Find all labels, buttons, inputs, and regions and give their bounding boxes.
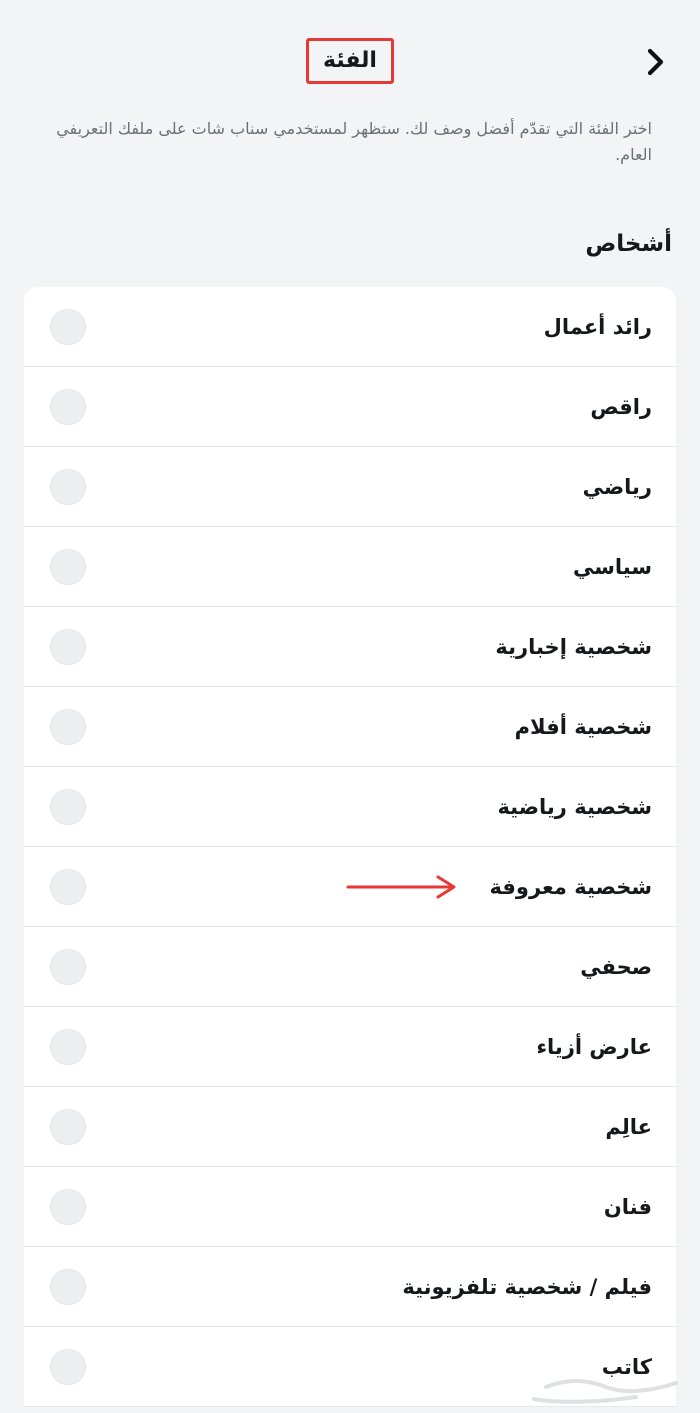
radio-button[interactable] — [50, 628, 86, 665]
category-option-label: رائد أعمال — [543, 314, 652, 339]
category-option-label: شخصية معروفة — [489, 874, 652, 899]
category-option-label: شخصية إخبارية — [495, 634, 652, 659]
category-option-label: عارض أزياء — [536, 1034, 652, 1059]
radio-button[interactable] — [50, 468, 86, 505]
radio-button[interactable] — [50, 1188, 86, 1225]
category-list: رائد أعمال راقص رياضي سياسي شخصية إخبارية شخص… — [24, 287, 676, 1407]
category-option[interactable]: فنان — [24, 1167, 676, 1247]
radio-button[interactable] — [50, 1348, 86, 1385]
header: الفئة — [0, 0, 700, 120]
category-option[interactable]: شخصية أفلام — [24, 687, 676, 767]
radio-button[interactable] — [50, 388, 86, 425]
category-option[interactable]: شخصية رياضية — [24, 767, 676, 847]
radio-button[interactable] — [50, 308, 86, 345]
radio-button[interactable] — [50, 948, 86, 985]
category-option[interactable]: رياضي — [24, 447, 676, 527]
category-option-label: سياسي — [572, 554, 652, 579]
radio-button[interactable] — [50, 1268, 86, 1305]
category-option-label: شخصية أفلام — [514, 714, 652, 739]
radio-button[interactable] — [50, 1108, 86, 1145]
page-title: الفئة — [306, 38, 394, 84]
category-option-label: رياضي — [582, 474, 652, 499]
category-option[interactable]: سياسي — [24, 527, 676, 607]
category-option[interactable]: صحفي — [24, 927, 676, 1007]
radio-button[interactable] — [50, 868, 86, 905]
watermark-logo — [532, 1379, 678, 1404]
radio-button[interactable] — [50, 708, 86, 745]
section-title-people: أشخاص — [585, 231, 672, 257]
page-description: اختر الفئة التي تقدّم أفضل وصف لك. ستظهر… — [56, 119, 652, 164]
radio-button[interactable] — [50, 548, 86, 585]
category-option[interactable]: فيلم / شخصية تلفزيونية — [24, 1247, 676, 1327]
category-option[interactable]: راقص — [24, 367, 676, 447]
category-option[interactable]: عالِم — [24, 1087, 676, 1167]
category-option[interactable]: رائد أعمال — [24, 287, 676, 367]
category-option-label: فيلم / شخصية تلفزيونية — [402, 1274, 652, 1299]
radio-button[interactable] — [50, 1028, 86, 1065]
category-option[interactable]: شخصية إخبارية — [24, 607, 676, 687]
category-option-label: عالِم — [605, 1114, 652, 1139]
category-option[interactable]: شخصية معروفة — [24, 847, 676, 927]
back-button[interactable] — [638, 44, 674, 80]
annotation-arrow-icon — [346, 875, 456, 898]
category-option-label: راقص — [590, 394, 652, 419]
category-option-label: صحفي — [580, 954, 652, 979]
category-option-label: شخصية رياضية — [497, 794, 652, 819]
radio-button[interactable] — [50, 788, 86, 825]
chevron-right-icon — [647, 48, 664, 76]
category-option-label: فنان — [603, 1194, 652, 1219]
category-option[interactable]: عارض أزياء — [24, 1007, 676, 1087]
